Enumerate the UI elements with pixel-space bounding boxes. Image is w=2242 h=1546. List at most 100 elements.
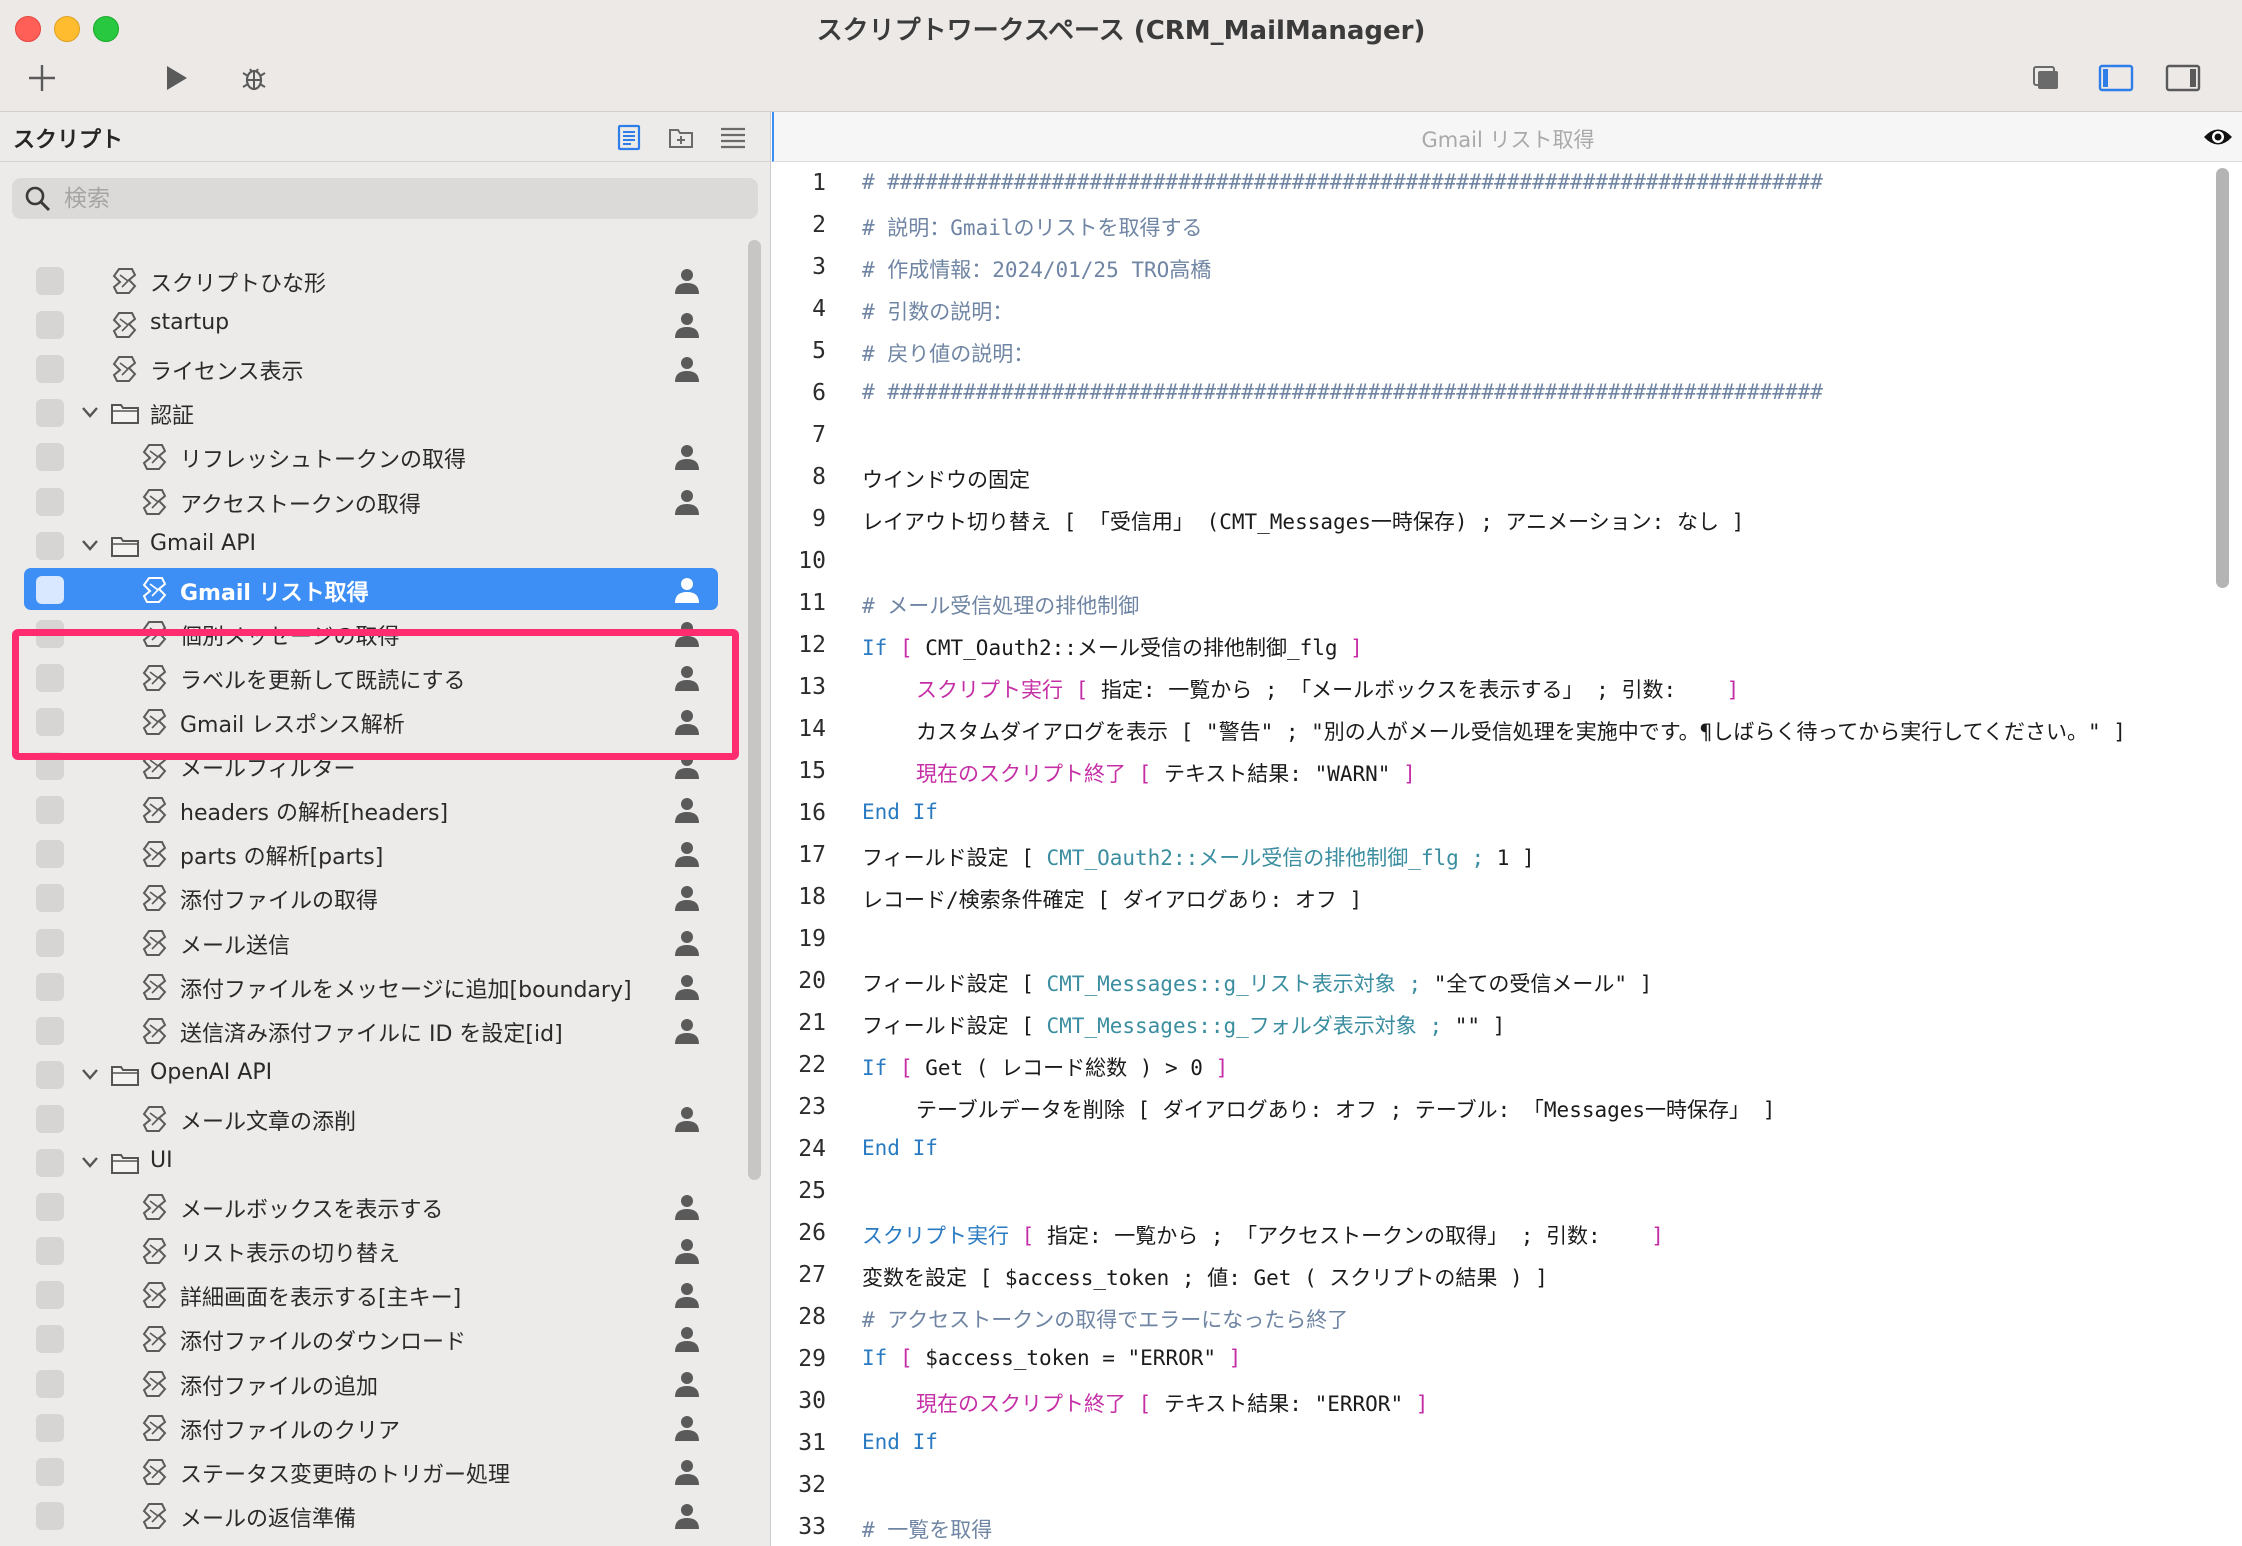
code-line[interactable]: 30 現在のスクリプト終了 [ テキスト結果: "ERROR" ] — [772, 1380, 2212, 1422]
item-checkbox[interactable] — [36, 1369, 64, 1398]
code-line[interactable]: 26 スクリプト実行 [ 指定: 一覧から ; 「アクセストークンの取得」 ; 引… — [772, 1212, 2212, 1254]
item-checkbox[interactable] — [36, 796, 64, 825]
code-line[interactable]: 33 # 一覧を取得 — [772, 1506, 2212, 1546]
sidebar-script-item[interactable]: 添付ファイルの追加 — [0, 1361, 770, 1405]
item-checkbox[interactable] — [36, 1325, 64, 1354]
code-line[interactable]: 28 # アクセストークンの取得でエラーになったら終了 — [772, 1296, 2212, 1338]
item-checkbox[interactable] — [36, 311, 64, 340]
list-options-button[interactable] — [714, 119, 752, 155]
run-script-button[interactable] — [156, 58, 196, 98]
eye-icon[interactable] — [2202, 124, 2234, 150]
item-checkbox[interactable] — [36, 1104, 64, 1133]
new-folder-button[interactable] — [662, 119, 700, 155]
toggle-right-sidebar-button[interactable] — [2163, 58, 2203, 98]
sidebar-script-item[interactable]: メールボックスを表示する — [0, 1184, 770, 1228]
chevron-down-icon[interactable] — [80, 1152, 100, 1172]
item-checkbox[interactable] — [36, 840, 64, 869]
chevron-down-icon[interactable] — [80, 402, 100, 422]
code-line[interactable]: 11 # メール受信処理の排他制御 — [772, 582, 2212, 624]
code-line[interactable]: 17 フィールド設定 [ CMT_Oauth2::メール受信の排他制御_flg ;… — [772, 834, 2212, 876]
sidebar-script-item[interactable]: 添付ファイルのクリア — [0, 1405, 770, 1449]
item-checkbox[interactable] — [36, 575, 64, 604]
code-line[interactable]: 10 — [772, 540, 2212, 582]
item-checkbox[interactable] — [36, 531, 64, 560]
new-script-button[interactable] — [610, 119, 648, 155]
code-line[interactable]: 14 カスタムダイアログを表示 [ "警告" ; "別の人がメール受信処理を実施中… — [772, 708, 2212, 750]
code-line[interactable]: 3 # 作成情報：2024/01/25 TRO高橋 — [772, 246, 2212, 288]
add-script-button[interactable] — [22, 58, 62, 98]
code-line[interactable]: 5 # 戻り値の説明： — [772, 330, 2212, 372]
sidebar-script-item[interactable]: parts の解析[parts] — [0, 831, 770, 875]
item-checkbox[interactable] — [36, 1413, 64, 1442]
sidebar-script-item[interactable]: headers の解析[headers] — [0, 787, 770, 831]
sidebar-script-item[interactable]: メールの返信準備 — [0, 1493, 770, 1537]
item-checkbox[interactable] — [36, 267, 64, 295]
chevron-down-icon[interactable] — [80, 1064, 100, 1084]
code-line[interactable]: 18 レコード/検索条件確定 [ ダイアログあり: オフ ] — [772, 876, 2212, 918]
code-line[interactable]: 27 変数を設定 [ $access_token ; 値: Get ( スクリプト… — [772, 1254, 2212, 1296]
item-checkbox[interactable] — [36, 487, 64, 516]
item-checkbox[interactable] — [36, 1237, 64, 1266]
code-line[interactable]: 21 フィールド設定 [ CMT_Messages::g_フォルダ表示対象 ; "… — [772, 1002, 2212, 1044]
item-checkbox[interactable] — [36, 1016, 64, 1045]
sidebar-script-item[interactable]: 添付ファイルのダウンロード — [0, 1316, 770, 1360]
sidebar-script-item[interactable]: ライセンス表示 — [0, 346, 770, 390]
code-line[interactable]: 13 スクリプト実行 [ 指定: 一覧から ; 「メールボックスを表示する」 ; … — [772, 666, 2212, 708]
item-checkbox[interactable] — [36, 399, 64, 428]
code-line[interactable]: 23 テーブルデータを削除 [ ダイアログあり: オフ ; テーブル: 「Mess… — [772, 1086, 2212, 1128]
code-line[interactable]: 24 End If — [772, 1128, 2212, 1170]
windows-button[interactable] — [2026, 58, 2066, 98]
code-line[interactable]: 8 ウインドウの固定 — [772, 456, 2212, 498]
item-checkbox[interactable] — [36, 972, 64, 1001]
sidebar-script-item[interactable]: メール送信 — [0, 920, 770, 964]
code-line[interactable]: 25 — [772, 1170, 2212, 1212]
sidebar-folder-item[interactable]: UI — [0, 1140, 770, 1184]
item-checkbox[interactable] — [36, 1060, 64, 1089]
item-checkbox[interactable] — [36, 1193, 64, 1222]
script-search-field[interactable] — [12, 178, 758, 219]
item-checkbox[interactable] — [36, 355, 64, 384]
sidebar-script-item[interactable]: startup — [0, 302, 770, 346]
item-checkbox[interactable] — [36, 1281, 64, 1310]
code-line[interactable]: 9 レイアウト切り替え [ 「受信用」 (CMT_Messages一時保存) ; … — [772, 498, 2212, 540]
sidebar-script-item[interactable]: 添付ファイルの取得 — [0, 875, 770, 919]
code-line[interactable]: 29 If [ $access_token = "ERROR" ] — [772, 1338, 2212, 1380]
search-input[interactable] — [64, 178, 744, 219]
code-line[interactable]: 31 End If — [772, 1422, 2212, 1464]
sidebar-script-item[interactable]: アクセストークンの取得 — [0, 479, 770, 523]
code-line[interactable]: 4 # 引数の説明： — [772, 288, 2212, 330]
item-checkbox[interactable] — [36, 928, 64, 957]
item-checkbox[interactable] — [36, 884, 64, 913]
code-line[interactable]: 20 フィールド設定 [ CMT_Messages::g_リスト表示対象 ; "全… — [772, 960, 2212, 1002]
code-line[interactable]: 7 — [772, 414, 2212, 456]
code-line[interactable]: 15 現在のスクリプト終了 [ テキスト結果: "WARN" ] — [772, 750, 2212, 792]
sidebar-folder-item[interactable]: Gmail API — [0, 523, 770, 567]
item-checkbox[interactable] — [36, 1457, 64, 1486]
sidebar-folder-item[interactable]: 認証 — [0, 390, 770, 434]
sidebar-script-item[interactable]: 詳細画面を表示する[主キー] — [0, 1272, 770, 1316]
sidebar-script-item[interactable]: 送信済み添付ファイルに ID を設定[id] — [0, 1008, 770, 1052]
code-line[interactable]: 6 # #####################################… — [772, 372, 2212, 414]
sidebar-scrollbar[interactable] — [748, 240, 761, 1180]
code-line[interactable]: 1 # #####################################… — [772, 162, 2212, 204]
item-checkbox[interactable] — [36, 443, 64, 472]
sidebar-script-item[interactable]: リスト表示の切り替え — [0, 1228, 770, 1272]
editor-scrollbar[interactable] — [2216, 168, 2229, 588]
code-line[interactable]: 16 End If — [772, 792, 2212, 834]
sidebar-script-item[interactable]: 添付ファイルをメッセージに追加[boundary] — [0, 964, 770, 1008]
sidebar-script-item[interactable]: ステータス変更時のトリガー処理 — [0, 1449, 770, 1493]
code-line[interactable]: 12 If [ CMT_Oauth2::メール受信の排他制御_flg ] — [772, 624, 2212, 666]
sidebar-script-item[interactable]: スクリプトひな形 — [0, 258, 770, 302]
toggle-left-sidebar-button[interactable] — [2096, 58, 2136, 98]
code-line[interactable]: 32 — [772, 1464, 2212, 1506]
sidebar-script-item[interactable]: メール文章の添削 — [0, 1096, 770, 1140]
code-line[interactable]: 22 If [ Get ( レコード総数 ) > 0 ] — [772, 1044, 2212, 1086]
sidebar-script-item[interactable]: Gmail リスト取得 — [0, 567, 770, 611]
sidebar-script-item[interactable]: リフレッシュトークンの取得 — [0, 434, 770, 478]
code-line[interactable]: 19 — [772, 918, 2212, 960]
sidebar-folder-item[interactable]: OpenAI API — [0, 1052, 770, 1096]
item-checkbox[interactable] — [36, 1501, 64, 1530]
code-line[interactable]: 2 # 説明：Gmailのリストを取得する — [772, 204, 2212, 246]
debug-script-button[interactable] — [234, 58, 274, 98]
chevron-down-icon[interactable] — [80, 535, 100, 555]
